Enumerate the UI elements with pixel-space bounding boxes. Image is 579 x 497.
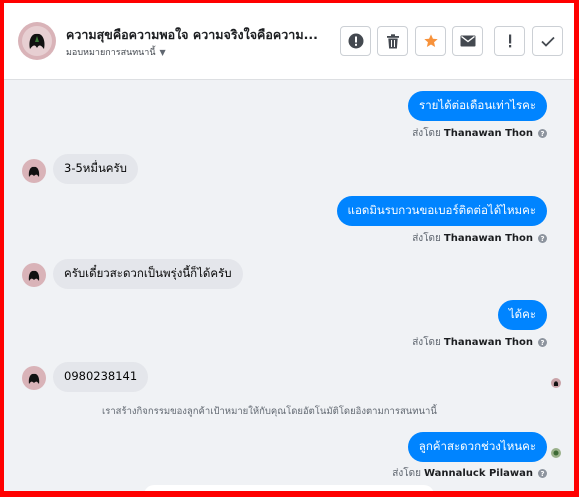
outgoing-message: รายได้ต่อเดือนเท่าไรคะ <box>408 91 547 121</box>
sender-name: Thanawan Thon <box>443 337 533 348</box>
chat-window: ความสุขคือความพอใจ ความจริงใจคือความ... … <box>4 3 574 491</box>
assign-conversation-dropdown[interactable]: มอบหมายการสนทนานี้ ▼ <box>66 45 166 59</box>
outgoing-message: แอดมินรบกวนขอเบอร์ติดต่อได้ไหมคะ <box>336 196 547 226</box>
spam-button[interactable] <box>494 26 525 56</box>
conversation-title: ความสุขคือความพอใจ ความจริงใจคือความ... <box>66 27 318 42</box>
contact-avatar <box>22 263 46 287</box>
sent-by-label: ส่งโดย Thanawan Thon ? <box>412 231 547 246</box>
sent-by-label: ส่งโดย Thanawan Thon ? <box>412 335 547 350</box>
help-icon[interactable]: ? <box>538 338 547 347</box>
envelope-icon <box>460 35 475 47</box>
outgoing-message: ได้คะ <box>497 300 547 330</box>
contact-avatar <box>22 159 46 183</box>
contact-avatar <box>22 366 46 390</box>
done-button[interactable] <box>532 26 563 56</box>
contact-avatar[interactable] <box>18 22 56 60</box>
delete-button[interactable] <box>377 26 408 56</box>
help-icon[interactable]: ? <box>538 469 547 478</box>
sender-name: Wannaluck Pilawan <box>423 468 533 479</box>
chevron-down-icon: ▼ <box>159 47 166 57</box>
help-icon[interactable]: ? <box>538 234 547 243</box>
check-icon <box>540 36 555 47</box>
sender-name: Thanawan Thon <box>443 233 533 244</box>
sent-by-label: ส่งโดย Wannaluck Pilawan ? <box>392 466 547 481</box>
email-button[interactable] <box>452 26 483 56</box>
outgoing-message: ลูกค้าสะดวกช่วงไหนคะ <box>407 432 547 462</box>
assign-label: มอบหมายการสนทนานี้ <box>66 48 156 58</box>
composer-edge <box>144 485 434 491</box>
incoming-message: ครับเดี๋ยวสะดวกเป็นพรุ่งนี้ก็ได้ครับ <box>53 259 243 289</box>
exclamation-icon <box>508 34 511 48</box>
star-icon <box>423 34 438 47</box>
alert-button[interactable] <box>340 26 371 56</box>
sent-by-label: ส่งโดย Thanawan Thon ? <box>412 126 547 141</box>
help-icon[interactable]: ? <box>538 129 547 138</box>
system-notice: เราสร้างกิจกรรมของลูกค้าเป้าหมายให้กับคุ… <box>102 406 437 417</box>
seen-avatar <box>551 448 561 458</box>
trash-icon <box>386 33 399 48</box>
incoming-message: 0980238141 <box>53 362 149 392</box>
incoming-message: 3-5หมื่นครับ <box>53 154 138 184</box>
message-thread[interactable]: รายได้ต่อเดือนเท่าไรคะ ส่งโดย Thanawan T… <box>4 80 574 491</box>
sender-name: Thanawan Thon <box>443 128 533 139</box>
conversation-header: ความสุขคือความพอใจ ความจริงใจคือความ... … <box>4 3 574 80</box>
exclamation-circle-icon <box>348 33 363 49</box>
seen-avatar <box>551 378 561 388</box>
star-button[interactable] <box>415 26 446 56</box>
